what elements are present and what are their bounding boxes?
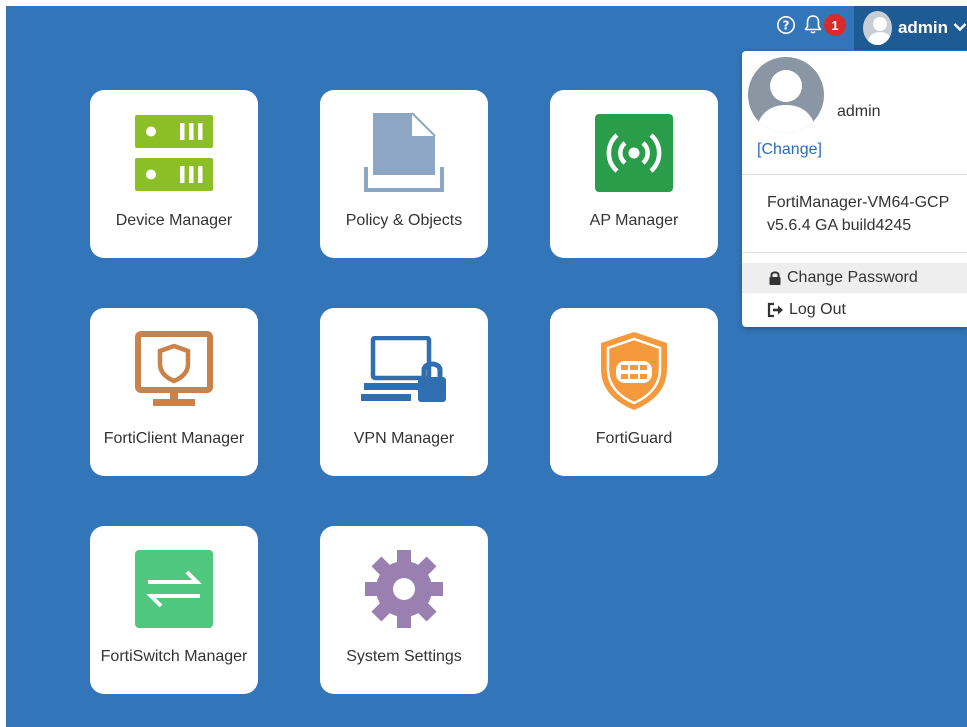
chevron-down-icon — [953, 19, 967, 37]
logout-icon — [767, 302, 783, 318]
product-name: FortiManager-VM64-GCP — [767, 194, 950, 211]
tile-label: Device Manager — [115, 212, 233, 229]
logout-label: Log Out — [789, 301, 846, 318]
tile-label: System Settings — [346, 648, 462, 665]
wireless-icon — [595, 114, 673, 192]
tile-device-manager[interactable]: Device Manager — [90, 90, 258, 258]
username-label: admin — [897, 18, 948, 37]
switch-arrows-icon — [135, 550, 213, 628]
policy-objects-icon — [364, 112, 444, 192]
bell-icon[interactable] — [801, 13, 825, 37]
tile-fortiswitch-manager[interactable]: FortiSwitch Manager — [90, 526, 258, 694]
notification-badge[interactable]: 1 — [824, 14, 846, 36]
tile-policy-objects[interactable]: Policy & Objects — [320, 90, 488, 258]
dropdown-username: admin — [837, 103, 881, 120]
product-version: v5.6.4 GA build4245 — [767, 217, 912, 234]
tile-label: Policy & Objects — [345, 212, 463, 229]
help-icon[interactable]: ? — [774, 13, 798, 37]
launcher-desktop: ? 1 admin Device Manager Policy & Object… — [6, 6, 967, 727]
product-info: FortiManager-VM64-GCP v5.6.4 GA build424… — [767, 191, 949, 237]
svg-text:?: ? — [783, 19, 790, 33]
change-password-label: Change Password — [787, 269, 918, 286]
tile-label: FortiGuard — [595, 430, 673, 447]
device-manager-icon — [135, 115, 213, 191]
tile-fortiguard[interactable]: FortiGuard — [550, 308, 718, 476]
tile-ap-manager[interactable]: AP Manager — [550, 90, 718, 258]
tile-label: FortiSwitch Manager — [100, 648, 248, 665]
tile-label: FortiClient Manager — [103, 430, 245, 447]
lock-icon — [769, 271, 781, 285]
vpn-icon — [361, 336, 446, 402]
user-dropdown-menu: admin [Change] FortiManager-VM64-GCP v5.… — [742, 51, 967, 327]
tile-system-settings[interactable]: System Settings — [320, 526, 488, 694]
user-menu-button[interactable]: admin — [854, 6, 967, 50]
change-password-menu-item[interactable]: Change Password — [742, 263, 967, 293]
tile-label: AP Manager — [589, 212, 679, 229]
shield-icon — [601, 332, 667, 410]
forticlient-icon — [135, 331, 213, 406]
tile-label: VPN Manager — [353, 430, 455, 447]
avatar — [863, 11, 892, 45]
tile-forticlient-manager[interactable]: FortiClient Manager — [90, 308, 258, 476]
tile-vpn-manager[interactable]: VPN Manager — [320, 308, 488, 476]
avatar — [748, 57, 824, 133]
change-avatar-link[interactable]: [Change] — [757, 141, 822, 159]
logout-menu-item[interactable]: Log Out — [742, 295, 967, 325]
gear-icon — [365, 550, 443, 628]
divider — [742, 252, 967, 253]
divider — [742, 174, 967, 175]
